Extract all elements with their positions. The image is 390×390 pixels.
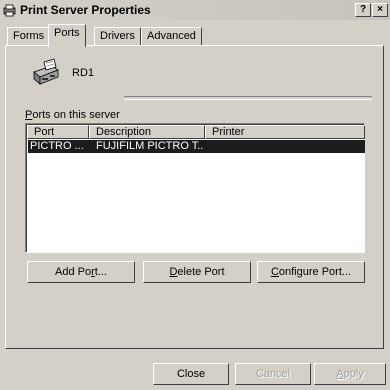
tab-forms[interactable]: Forms	[7, 27, 51, 45]
tab-advanced[interactable]: Advanced	[141, 27, 202, 45]
ports-group-label: Ports on this server	[25, 109, 120, 121]
printer-icon	[3, 4, 16, 17]
printer-server-icon	[33, 58, 59, 85]
ports-list[interactable]: Port Description Printer PICTRO ... FUJI…	[25, 123, 365, 253]
description-cell: FUJIFILM PICTRO T...	[96, 140, 204, 152]
table-row[interactable]: PICTRO ... FUJIFILM PICTRO T...	[28, 140, 365, 153]
apply-button[interactable]: Apply	[314, 363, 386, 385]
close-window-button[interactable]: ×	[372, 3, 388, 17]
window-title: Print Server Properties	[20, 3, 151, 17]
server-name: RD1	[72, 67, 95, 79]
delete-port-button[interactable]: Delete Port	[143, 261, 251, 283]
column-header-description[interactable]: Description	[89, 125, 205, 139]
tab-strip: Forms Ports Drivers Advanced	[0, 24, 390, 47]
ports-list-body: Port Description Printer PICTRO ... FUJI…	[26, 124, 365, 252]
title-bar[interactable]: Print Server Properties ? ×	[0, 0, 390, 20]
separator	[124, 96, 372, 100]
column-header-printer[interactable]: Printer	[205, 125, 365, 139]
print-server-properties-window: Print Server Properties ? × Forms Ports …	[0, 0, 390, 390]
help-button[interactable]: ?	[355, 3, 371, 17]
add-port-button[interactable]: Add Port...	[27, 261, 135, 283]
close-button[interactable]: Close	[153, 363, 229, 385]
tab-ports[interactable]: Ports	[48, 24, 86, 47]
tab-drivers[interactable]: Drivers	[94, 27, 141, 45]
column-header-port[interactable]: Port	[27, 125, 89, 139]
port-cell: PICTRO ...	[30, 140, 84, 152]
configure-port-button[interactable]: Configure Port...	[257, 261, 365, 283]
cancel-button[interactable]: Cancel	[235, 363, 311, 385]
